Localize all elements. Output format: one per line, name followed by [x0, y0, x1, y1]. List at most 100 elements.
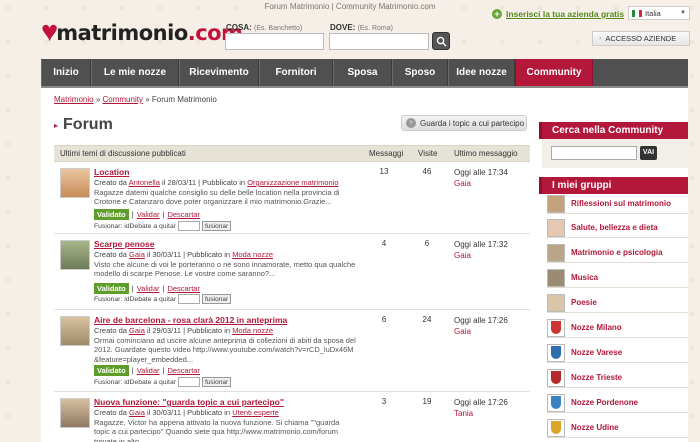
merge-input[interactable]: [178, 377, 200, 387]
dove-input[interactable]: [329, 33, 429, 50]
author-link[interactable]: Antonella: [129, 178, 160, 187]
group-thumbnail: [547, 243, 565, 262]
last-message: Oggi alle 17:34 Gaia: [454, 168, 508, 188]
logo[interactable]: ♥ matrimonio.com: [41, 18, 243, 47]
group-item[interactable]: Poesie: [547, 293, 688, 313]
validate-link[interactable]: Validar: [137, 284, 160, 293]
group-item[interactable]: Musica: [547, 268, 688, 288]
search-icon: [436, 36, 447, 47]
col-messages: Messaggi: [369, 149, 404, 158]
validate-link[interactable]: Validar: [137, 366, 160, 375]
group-thumbnail: [547, 194, 565, 213]
topic-title[interactable]: Nuova funzione: "guarda topic a cui part…: [94, 397, 284, 407]
my-topics-button[interactable]: › Guarda i topic a cui partecipo: [401, 115, 527, 131]
table-row: Nuova funzione: "guarda topic a cui part…: [54, 392, 530, 442]
breadcrumb-current: Forum Matrimonio: [151, 95, 217, 104]
merge-button[interactable]: fusionar: [202, 294, 232, 304]
last-author-link[interactable]: Gaia: [454, 179, 471, 188]
community-search-title: Cerca nella Community: [539, 122, 688, 139]
nav-fornitori[interactable]: Fornitori: [259, 59, 333, 86]
group-item[interactable]: Nozze Milano: [547, 318, 688, 338]
crest-icon: [547, 418, 565, 437]
merge-row: Fusionar: idDebate a quitar fusionar: [94, 221, 232, 231]
chevron-down-icon: ▼: [680, 10, 686, 16]
last-message: Oggi alle 17:26 Gaia: [454, 316, 508, 336]
group-item[interactable]: Nozze Trieste: [547, 368, 688, 388]
validate-link[interactable]: Validar: [137, 210, 160, 219]
avatar[interactable]: [60, 316, 90, 346]
cosa-input[interactable]: [225, 33, 324, 50]
crest-icon: [547, 393, 565, 412]
topic-meta: Creato da Gaia il 29/03/11 | Pubblicato …: [94, 326, 274, 335]
group-item[interactable]: Salute, bellezza e dieta: [547, 218, 688, 238]
breadcrumb-home[interactable]: Matrimonio: [54, 95, 94, 104]
insert-business-link[interactable]: + Inserisci la tua azienda gratis: [492, 9, 624, 19]
category-link[interactable]: Moda nozze: [232, 250, 273, 259]
nav-le-mie-nozze[interactable]: Le mie nozze: [91, 59, 179, 86]
topic-excerpt: Ragazze datemi qualche consiglio su dell…: [94, 188, 340, 207]
validated-badge: Validato: [94, 365, 129, 376]
moderation-actions: Validato | Validar | Descartar: [94, 209, 200, 220]
last-author-link[interactable]: Gaia: [454, 327, 471, 336]
category-link[interactable]: Organizzazione matrimonio: [247, 178, 338, 187]
plus-icon: +: [492, 9, 502, 19]
breadcrumb-community[interactable]: Community: [103, 95, 143, 104]
italy-flag-icon: [632, 9, 642, 17]
visit-count: 24: [422, 315, 432, 324]
language-select[interactable]: Italia ▼: [628, 6, 690, 20]
nav-community[interactable]: Community: [515, 59, 593, 86]
avatar[interactable]: [60, 240, 90, 270]
author-link[interactable]: Gaia: [129, 250, 145, 259]
avatar[interactable]: [60, 168, 90, 198]
last-message: Oggi alle 17:26 Tania: [454, 398, 508, 418]
dove-label: DOVE: (Es. Roma): [330, 23, 393, 32]
crest-icon: [547, 368, 565, 387]
group-item[interactable]: Nozze Pordenone: [547, 393, 688, 413]
group-thumbnail: [547, 268, 565, 287]
topic-title[interactable]: Aire de barcelona - rosa clarà 2012 in a…: [94, 315, 287, 325]
community-search-button[interactable]: VAI: [640, 146, 657, 160]
col-last-message: Ultimo messaggio: [454, 149, 518, 158]
moderation-actions: Validato | Validar | Descartar: [94, 365, 200, 376]
author-link[interactable]: Gaia: [129, 408, 145, 417]
nav-inizio[interactable]: Inizio: [41, 59, 91, 86]
last-author-link[interactable]: Gaia: [454, 251, 471, 260]
group-item[interactable]: Nozze Varese: [547, 343, 688, 363]
search-button[interactable]: [432, 32, 450, 50]
nav-sposa[interactable]: Sposa: [333, 59, 392, 86]
table-row: Aire de barcelona - rosa clarà 2012 in a…: [54, 310, 530, 392]
discard-link[interactable]: Descartar: [167, 366, 200, 375]
validated-badge: Validato: [94, 283, 129, 294]
page-title: ▸ Forum: [54, 116, 113, 133]
group-item[interactable]: Nozze Udine: [547, 418, 688, 438]
community-search-input[interactable]: [551, 146, 637, 160]
topic-excerpt: Ragazze, Victor ha appena attivato la nu…: [94, 418, 340, 442]
topic-meta: Creato da Gaia il 30/03/11 | Pubblicato …: [94, 250, 274, 259]
table-header: Ultimi temi di discussione pubblicati Me…: [54, 145, 530, 162]
my-groups-title: I miei gruppi: [539, 177, 688, 194]
discard-link[interactable]: Descartar: [167, 210, 200, 219]
group-item[interactable]: Matrimonio e psicologia: [547, 243, 688, 263]
nav-sposo[interactable]: Sposo: [392, 59, 448, 86]
nav-idee-nozze[interactable]: Idee nozze: [448, 59, 515, 86]
col-visits: Visite: [418, 149, 438, 158]
group-thumbnail: [547, 293, 565, 312]
author-link[interactable]: Gaia: [129, 326, 145, 335]
table-row: Scarpe penose Creato da Gaia il 30/03/11…: [54, 234, 530, 310]
merge-input[interactable]: [178, 221, 200, 231]
merge-button[interactable]: fusionar: [202, 377, 232, 387]
merge-input[interactable]: [178, 294, 200, 304]
breadcrumb: Matrimonio » Community » Forum Matrimoni…: [54, 95, 217, 104]
topic-title[interactable]: Location: [94, 167, 129, 177]
category-link[interactable]: Moda nozze: [232, 326, 273, 335]
group-thumbnail: [547, 218, 565, 237]
last-author-link[interactable]: Tania: [454, 409, 473, 418]
group-item[interactable]: Riflessioni sul matrimonio: [547, 194, 688, 214]
merge-button[interactable]: fusionar: [202, 221, 232, 231]
discard-link[interactable]: Descartar: [167, 284, 200, 293]
topic-title[interactable]: Scarpe penose: [94, 239, 154, 249]
nav-ricevimento[interactable]: Ricevimento: [179, 59, 259, 86]
avatar[interactable]: [60, 398, 90, 428]
business-access-button[interactable]: › ACCESSO AZIENDE: [592, 31, 690, 46]
category-link[interactable]: Utenti esperte: [232, 408, 279, 417]
